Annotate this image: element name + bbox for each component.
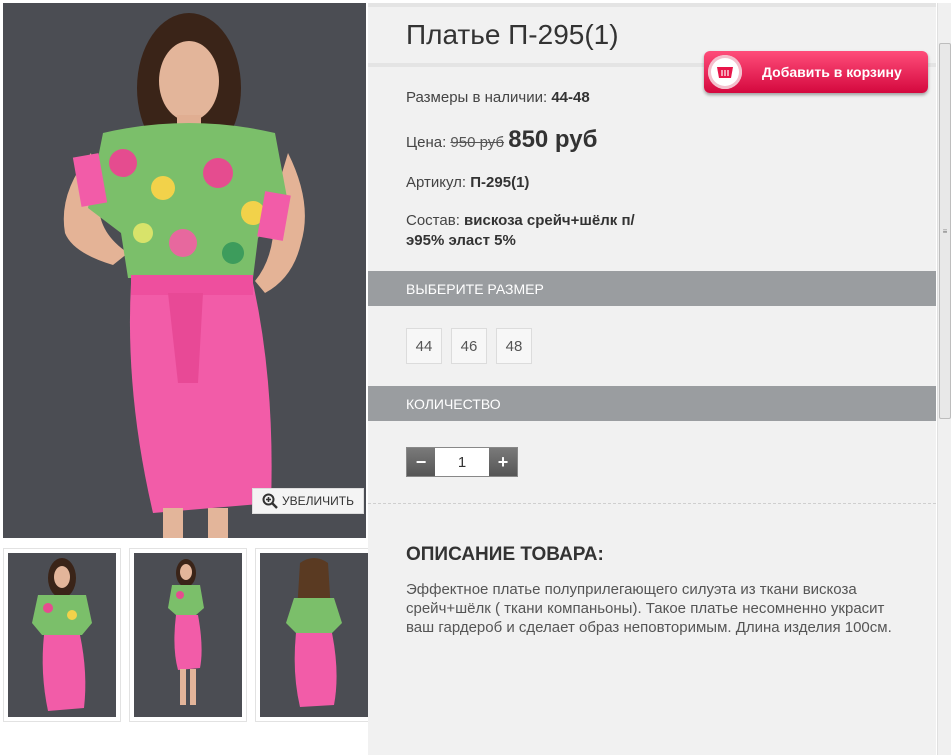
add-to-cart-button[interactable]: Добавить в корзину — [704, 51, 928, 93]
sizes-label: Размеры в наличии: — [406, 89, 548, 106]
description-section: ОПИСАНИЕ ТОВАРА: Эффектное платье полупр… — [368, 504, 936, 637]
scrollbar-thumb[interactable]: ≡ — [939, 43, 951, 419]
zoom-button[interactable]: УВЕЛИЧИТЬ — [252, 488, 364, 514]
size-option-48[interactable]: 48 — [496, 328, 532, 364]
price-row: Цена: 950 руб 850 руб — [406, 126, 936, 154]
size-option-46[interactable]: 46 — [451, 328, 487, 364]
magnifier-plus-icon — [262, 493, 278, 509]
quantity-section-header: КОЛИЧЕСТВО — [368, 386, 936, 421]
size-section-title: ВЫБЕРИТЕ РАЗМЕР — [406, 280, 544, 297]
quantity-minus-button[interactable]: − — [407, 448, 435, 476]
old-price: 950 руб — [450, 134, 505, 151]
sku-row: Артикул: П-295(1) — [406, 174, 936, 191]
new-price: 850 руб — [508, 126, 598, 153]
composition-label: Состав: — [406, 212, 460, 229]
thumbnail-full[interactable] — [129, 548, 247, 722]
quantity-section-title: КОЛИЧЕСТВО — [406, 395, 501, 412]
basket-icon — [708, 55, 742, 89]
description-title: ОПИСАНИЕ ТОВАРА: — [406, 544, 604, 565]
product-title: Платье П-295(1) — [406, 19, 619, 50]
sku-label: Артикул: — [406, 174, 467, 191]
thumbnail-strip — [3, 548, 373, 722]
quantity-input[interactable] — [435, 448, 489, 476]
zoom-label: УВЕЛИЧИТЬ — [282, 494, 354, 508]
quantity-stepper: − + — [406, 447, 518, 477]
sizes-value: 44-48 — [551, 89, 590, 106]
size-option-44[interactable]: 44 — [406, 328, 442, 364]
thumbnail-front[interactable] — [3, 548, 121, 722]
product-info-panel: Платье П-295(1) Размеры в наличии: 44-48… — [368, 3, 936, 755]
composition-row: Состав: вискоза срейч+шёлк п/э95% эласт … — [406, 211, 668, 251]
description-text: Эффектное платье полуприлегающего силуэт… — [406, 581, 892, 636]
quantity-row: − + — [368, 421, 936, 504]
thumbnail-back[interactable] — [255, 548, 373, 722]
size-options: 44 46 48 — [368, 306, 936, 386]
quantity-plus-button[interactable]: + — [489, 448, 517, 476]
product-details: Размеры в наличии: 44-48 Цена: 950 руб 8… — [368, 51, 936, 271]
main-product-photo[interactable]: УВЕЛИЧИТЬ — [3, 3, 366, 538]
vertical-scrollbar[interactable]: ≡ — [937, 3, 951, 755]
size-section-header: ВЫБЕРИТЕ РАЗМЕР — [368, 271, 936, 306]
price-label: Цена: — [406, 134, 447, 151]
sku-value: П-295(1) — [470, 174, 530, 191]
add-to-cart-label: Добавить в корзину — [762, 64, 902, 80]
